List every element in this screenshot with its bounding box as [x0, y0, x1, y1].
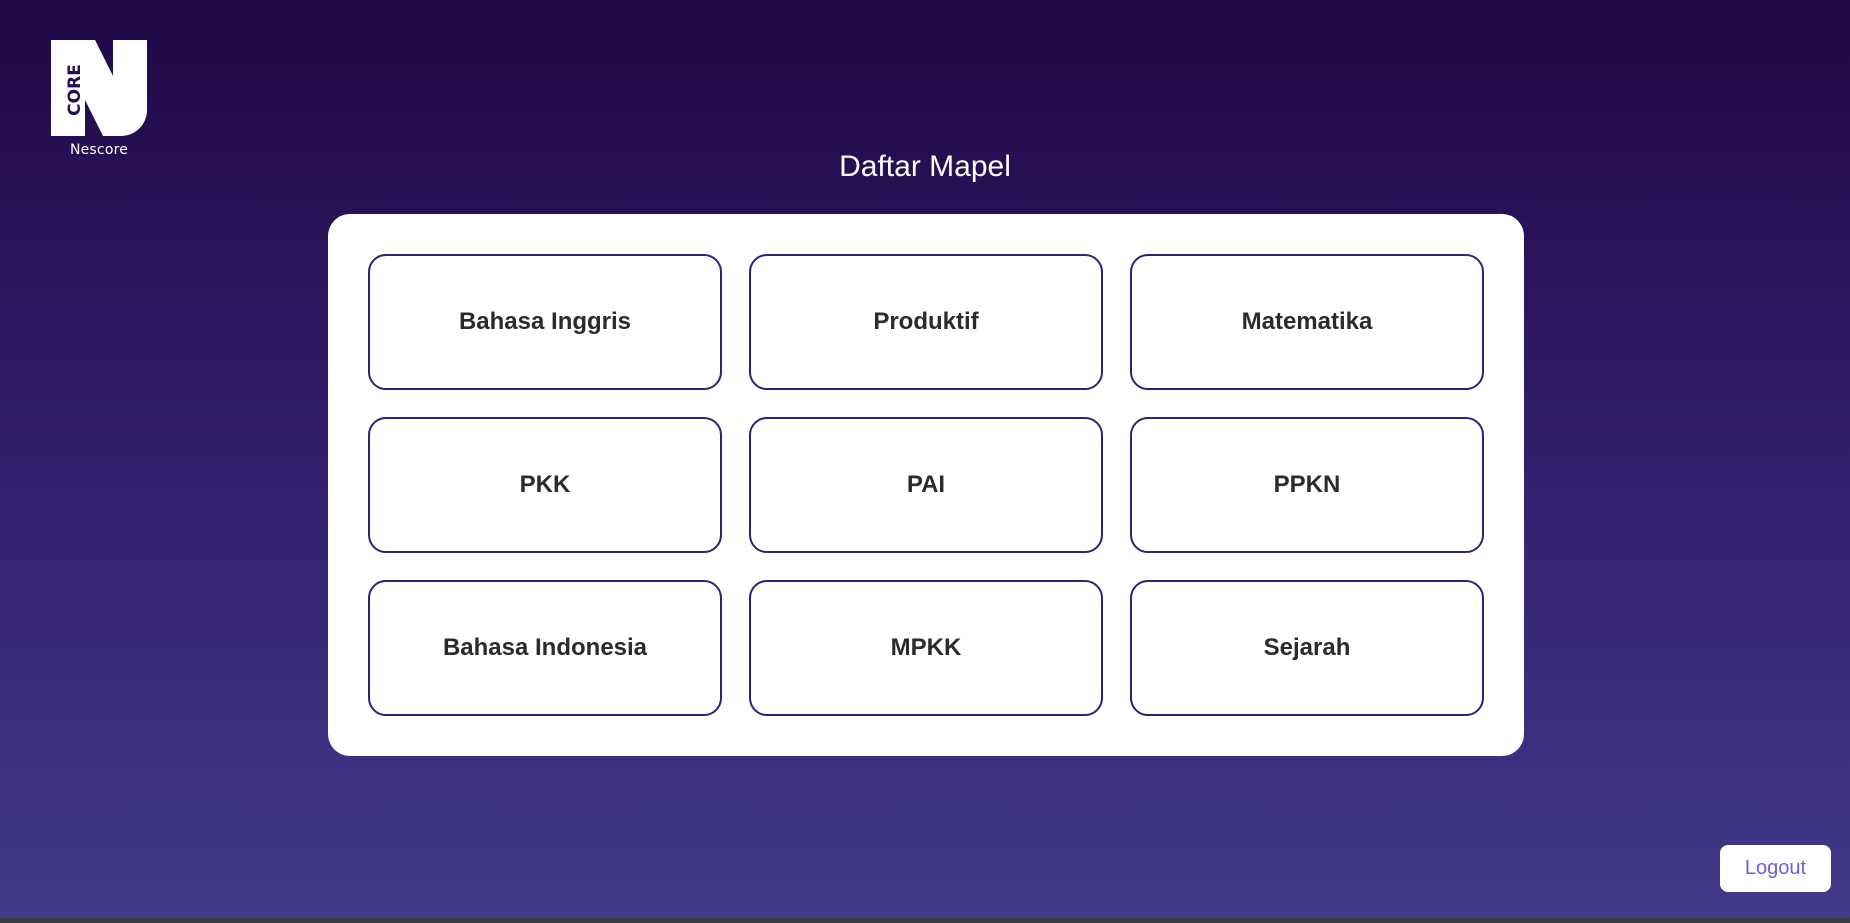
subject-button-ppkn[interactable]: PPKN: [1130, 417, 1484, 553]
logout-button[interactable]: Logout: [1720, 845, 1831, 892]
bottom-strip: [0, 918, 1850, 923]
subject-button-matematika[interactable]: Matematika: [1130, 254, 1484, 390]
n-core-logo-icon: CORE: [51, 40, 147, 136]
subject-button-pai[interactable]: PAI: [749, 417, 1103, 553]
subject-button-bahasa-indonesia[interactable]: Bahasa Indonesia: [368, 580, 722, 716]
subjects-card: Bahasa Inggris Produktif Matematika PKK …: [328, 214, 1524, 756]
logo-core-text: CORE: [65, 64, 85, 116]
brand-logo: CORE Nescore: [50, 40, 148, 158]
subject-button-bahasa-inggris[interactable]: Bahasa Inggris: [368, 254, 722, 390]
page-title: Daftar Mapel: [839, 150, 1011, 183]
subject-button-produktif[interactable]: Produktif: [749, 254, 1103, 390]
subject-button-pkk[interactable]: PKK: [368, 417, 722, 553]
subject-button-mpkk[interactable]: MPKK: [749, 580, 1103, 716]
subject-button-sejarah[interactable]: Sejarah: [1130, 580, 1484, 716]
